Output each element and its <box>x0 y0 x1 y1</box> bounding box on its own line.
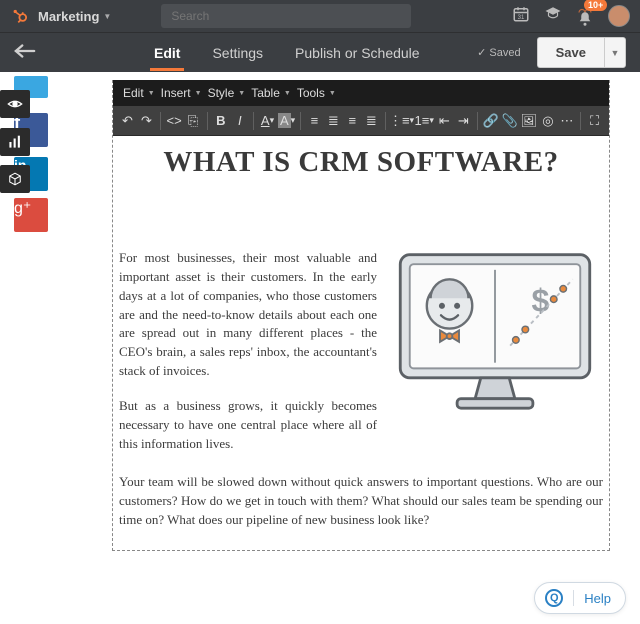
chevron-down-icon: ▼ <box>195 90 202 97</box>
link-icon[interactable]: 🔗 <box>483 110 500 132</box>
align-right-icon[interactable]: ≡ <box>344 110 361 132</box>
source-code-icon[interactable]: <> <box>166 110 183 132</box>
global-search[interactable] <box>161 4 411 28</box>
bold-icon[interactable]: B <box>212 110 229 132</box>
save-dropdown-button[interactable]: ▼ <box>604 37 626 68</box>
tab-edit[interactable]: Edit <box>150 35 184 71</box>
numbered-list-icon[interactable]: 1≡▾ <box>415 110 434 132</box>
help-icon: Q <box>545 589 563 607</box>
help-label: Help <box>584 591 611 606</box>
article-text-column[interactable]: For most businesses, their most valuable… <box>119 249 377 469</box>
chevron-down-icon: ▼ <box>238 90 245 97</box>
text-color-icon[interactable]: A▾ <box>259 110 276 132</box>
bg-color-icon[interactable]: A▾ <box>278 110 295 132</box>
editor-toolbar: ↶ ↷ <> ⎘ B I A▾ A▾ ≡ ≣ ≡ ≣ ⋮≡▾ 1≡▾ ⇤ ⇥ 🔗… <box>113 106 609 136</box>
article-paragraph[interactable]: For most businesses, their most valuable… <box>119 249 377 381</box>
topbar-right: 31 10+ <box>512 5 630 28</box>
search-input[interactable] <box>171 9 401 23</box>
menu-table[interactable]: Table▼ <box>251 86 291 100</box>
chevron-down-icon: ▼ <box>103 12 111 21</box>
menu-insert[interactable]: Insert▼ <box>161 86 202 100</box>
outdent-icon[interactable]: ⇤ <box>436 110 453 132</box>
chevron-down-icon: ▼ <box>148 90 155 97</box>
saved-indicator: ✓ Saved <box>477 46 520 59</box>
bullet-list-icon[interactable]: ⋮≡▾ <box>391 110 413 132</box>
align-center-icon[interactable]: ≣ <box>325 110 342 132</box>
notif-badge: 10+ <box>584 0 607 11</box>
menu-tools[interactable]: Tools▼ <box>297 86 336 100</box>
user-avatar[interactable] <box>608 5 630 27</box>
redo-icon[interactable]: ↷ <box>138 110 155 132</box>
article-paragraph[interactable]: But as a business grows, it quickly beco… <box>119 397 377 454</box>
notifications-icon[interactable]: 10+ <box>576 5 594 28</box>
editor-nav-bar: Edit Settings Publish or Schedule ✓ Save… <box>0 32 640 72</box>
align-left-icon[interactable]: ≡ <box>306 110 323 132</box>
academy-icon[interactable] <box>544 5 562 28</box>
svg-text:$: $ <box>532 283 550 319</box>
cta-icon[interactable]: ◎ <box>539 110 556 132</box>
help-button[interactable]: Q Help <box>534 582 626 614</box>
chevron-down-icon: ▼ <box>329 90 336 97</box>
article-title[interactable]: WHAT IS CRM SOFTWARE? <box>119 146 603 179</box>
article-illustration: $ <box>387 249 603 429</box>
menu-edit[interactable]: Edit▼ <box>123 86 155 100</box>
back-arrow-icon[interactable] <box>14 42 36 63</box>
share-googleplus[interactable]: g⁺ <box>14 198 48 232</box>
menu-style[interactable]: Style▼ <box>208 86 246 100</box>
tool-preview[interactable] <box>0 90 30 118</box>
align-justify-icon[interactable]: ≣ <box>363 110 380 132</box>
hubspot-logo-icon <box>10 7 28 25</box>
rich-text-editor: Edit▼ Insert▼ Style▼ Table▼ Tools▼ ↶ ↷ <… <box>112 80 610 551</box>
chevron-down-icon: ▼ <box>284 90 291 97</box>
svg-text:31: 31 <box>518 14 525 20</box>
indent-icon[interactable]: ⇥ <box>455 110 472 132</box>
attachment-icon[interactable]: 📎 <box>502 110 519 132</box>
save-button-group: Save ▼ <box>537 37 626 68</box>
more-icon[interactable]: ⋯ <box>558 110 575 132</box>
divider <box>573 590 574 606</box>
editor-menubar: Edit▼ Insert▼ Style▼ Table▼ Tools▼ <box>113 80 609 106</box>
toolbar-right: ✓ Saved Save ▼ <box>477 37 626 68</box>
image-icon[interactable]: 🖼 <box>520 110 537 132</box>
undo-icon[interactable]: ↶ <box>119 110 136 132</box>
product-name: Marketing <box>38 9 99 24</box>
tool-box[interactable] <box>0 165 30 193</box>
tab-publish[interactable]: Publish or Schedule <box>291 35 424 71</box>
tool-analytics[interactable] <box>0 128 30 156</box>
product-switcher[interactable]: Marketing ▼ <box>38 9 111 24</box>
italic-icon[interactable]: I <box>231 110 248 132</box>
tab-settings[interactable]: Settings <box>208 35 267 71</box>
embed-icon[interactable]: ⎘ <box>185 110 202 132</box>
save-button[interactable]: Save <box>537 37 604 68</box>
app-topbar: Marketing ▼ 31 10+ <box>0 0 640 32</box>
editor-body[interactable]: WHAT IS CRM SOFTWARE? For most businesse… <box>113 136 609 550</box>
article-paragraph[interactable]: Your team will be slowed down without qu… <box>119 473 603 530</box>
fullscreen-icon[interactable]: ⛶ <box>586 110 603 132</box>
calendar-icon[interactable]: 31 <box>512 5 530 28</box>
